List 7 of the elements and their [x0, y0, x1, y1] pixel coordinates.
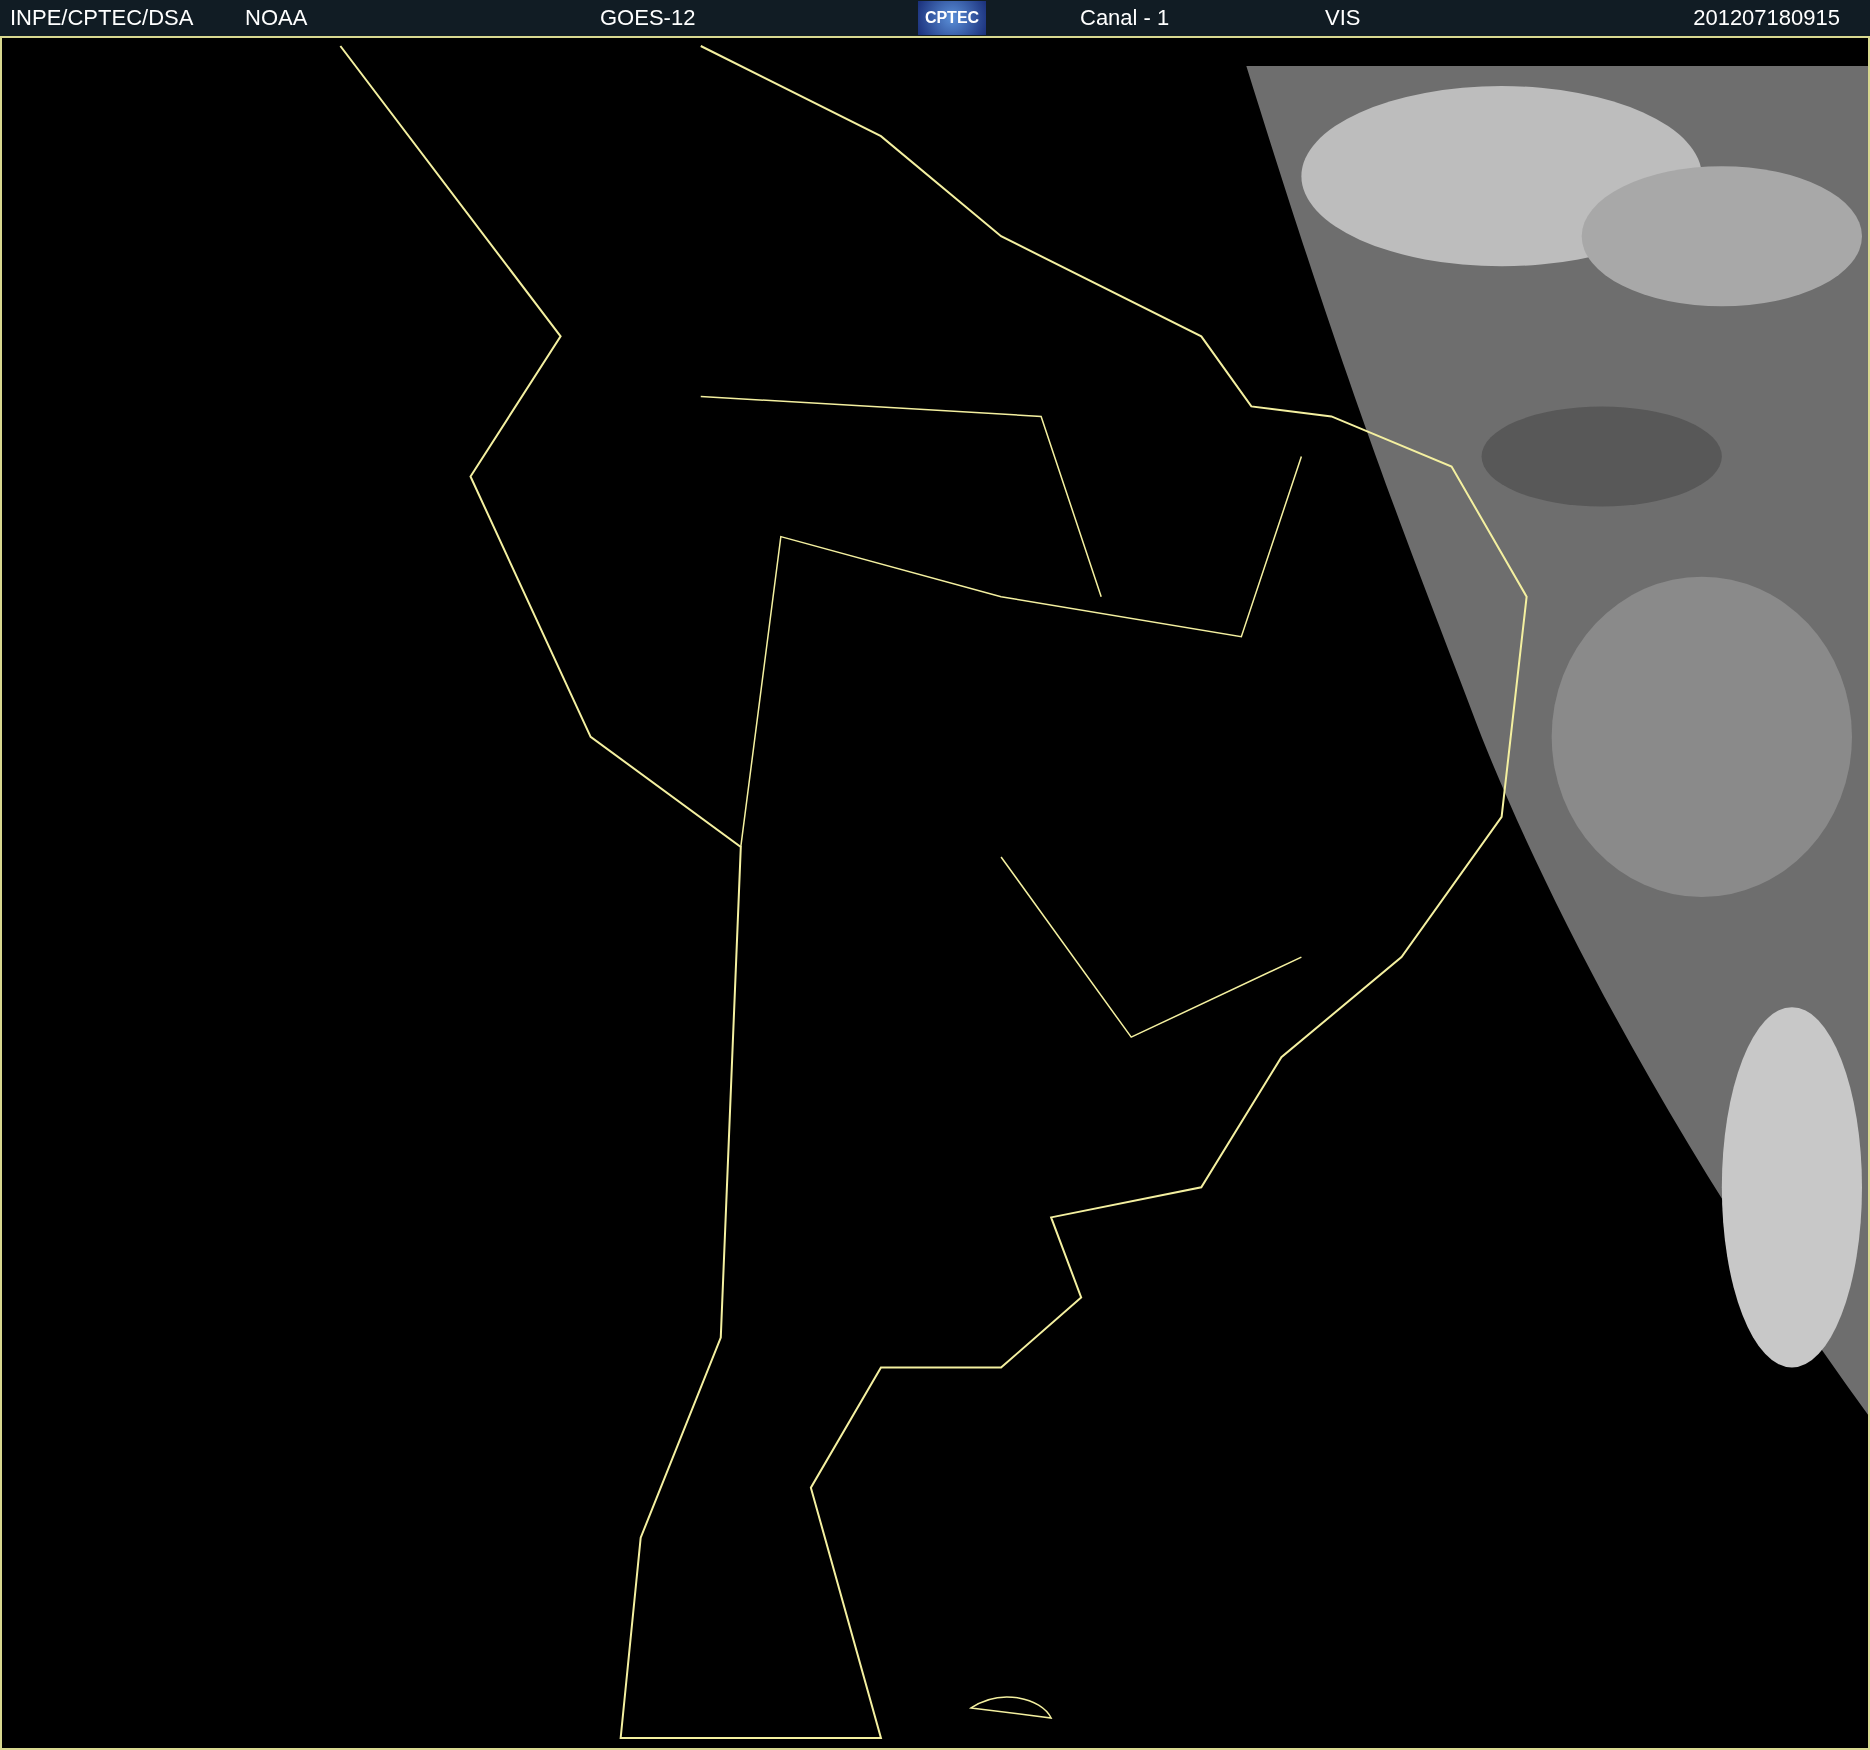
- band-label: VIS: [1325, 5, 1361, 31]
- channel-label: Canal - 1: [1080, 5, 1171, 31]
- agency-label: NOAA: [245, 5, 309, 31]
- logo: CPTEC: [918, 1, 986, 35]
- institution-label: INPE/CPTEC/DSA: [10, 5, 195, 31]
- satellite-label: GOES-12: [600, 5, 697, 31]
- timestamp-label: 201207180915: [1693, 5, 1840, 31]
